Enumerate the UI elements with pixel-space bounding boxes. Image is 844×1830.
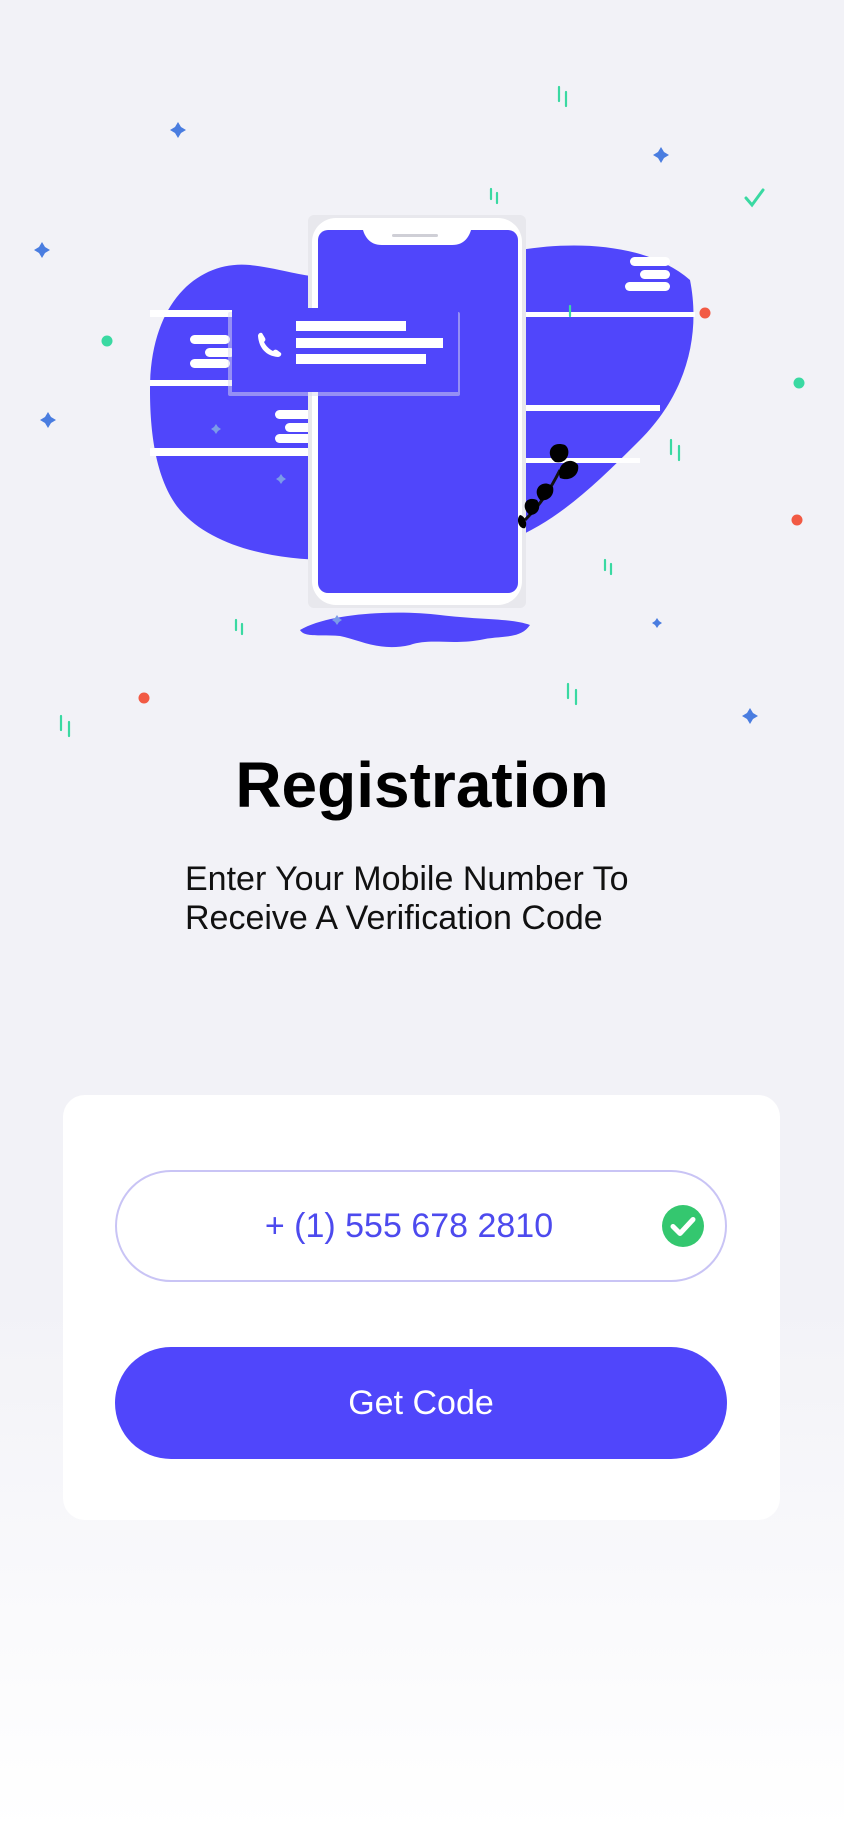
registration-card: Get Code — [63, 1095, 780, 1520]
check-circle-icon — [662, 1205, 704, 1247]
phone-message-illustration — [34, 85, 805, 738]
page-title: Registration — [235, 749, 609, 821]
subtitle-line-2: Receive A Verification Code — [185, 899, 603, 937]
phone-number-field[interactable] — [115, 1170, 727, 1282]
page-subtitle: Enter Your Mobile Number To Receive A Ve… — [185, 860, 705, 938]
phone-number-input[interactable] — [209, 1172, 609, 1280]
get-code-button[interactable]: Get Code — [115, 1347, 727, 1459]
subtitle-line-1: Enter Your Mobile Number To — [185, 860, 629, 898]
